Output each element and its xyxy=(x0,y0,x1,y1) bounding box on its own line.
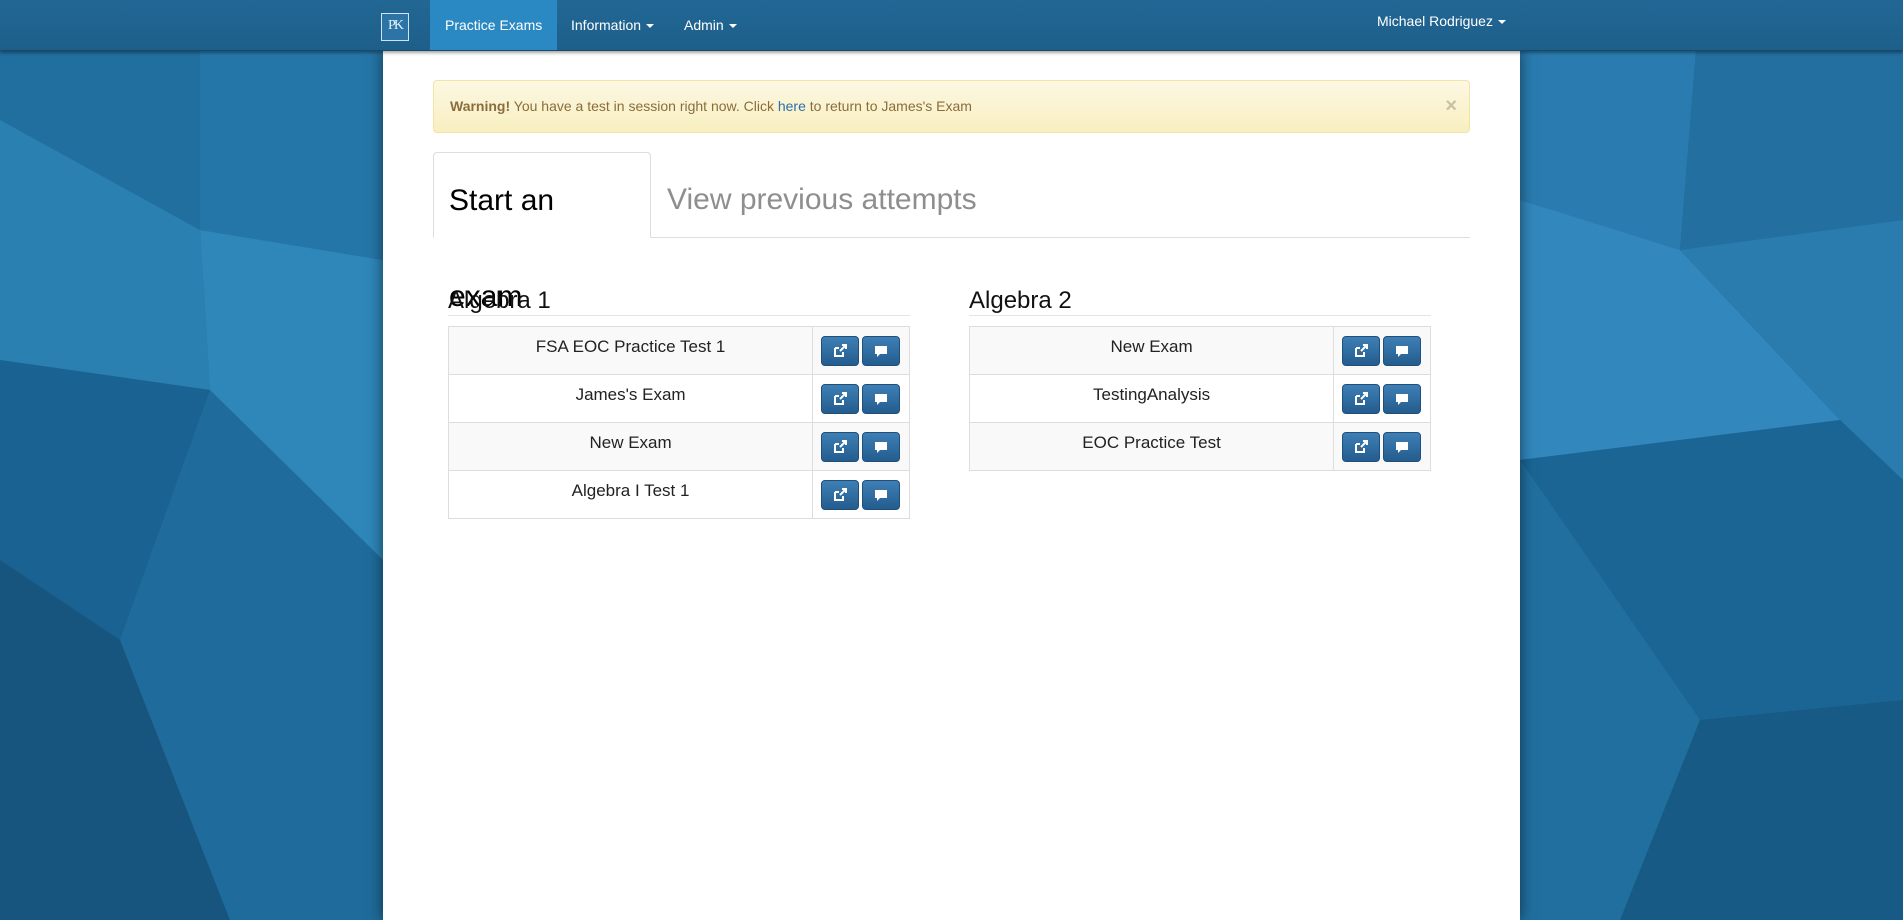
top-navbar: PK Practice Exams Information Admin Mich… xyxy=(0,0,1903,51)
external-link-icon xyxy=(1355,391,1369,405)
open-exam-button[interactable] xyxy=(821,431,860,462)
nav-practice-exams[interactable]: Practice Exams xyxy=(430,0,558,50)
tab-previous-attempts[interactable]: View previous attempts xyxy=(652,152,992,237)
open-exam-button[interactable] xyxy=(1342,431,1381,462)
comment-button[interactable] xyxy=(862,335,901,366)
table-row: FSA EOC Practice Test 1 xyxy=(447,326,910,375)
nav-admin-label: Admin xyxy=(684,17,724,33)
comment-icon xyxy=(1396,393,1409,405)
row-actions xyxy=(812,470,910,519)
comment-button[interactable] xyxy=(862,431,901,462)
warning-alert: Warning! You have a test in session righ… xyxy=(433,80,1470,133)
exam-table: FSA EOC Practice Test 1 James's Exam New… xyxy=(447,326,910,519)
alert-text-after: to return to James's Exam xyxy=(805,98,972,114)
course-title: Algebra 2 xyxy=(969,288,1431,316)
alert-strong: Warning! xyxy=(450,98,511,114)
user-name: Michael Rodriguez xyxy=(1377,13,1493,29)
row-actions xyxy=(1333,422,1431,471)
comment-icon xyxy=(875,345,888,357)
table-row: TestingAnalysis xyxy=(968,374,1431,423)
open-exam-button[interactable] xyxy=(1342,335,1381,366)
exam-name: New Exam xyxy=(447,422,814,471)
external-link-icon xyxy=(834,343,848,357)
row-actions xyxy=(812,326,910,375)
external-link-icon xyxy=(1355,439,1369,453)
caret-down-icon xyxy=(728,24,737,29)
exam-name: Algebra I Test 1 xyxy=(447,470,814,519)
nav-admin-dropdown[interactable]: Admin xyxy=(669,0,752,50)
caret-down-icon xyxy=(1497,20,1506,25)
row-actions xyxy=(812,374,910,423)
open-exam-button[interactable] xyxy=(821,335,860,366)
course-title: Algebra 1 xyxy=(448,288,910,316)
nav-practice-exams-label: Practice Exams xyxy=(445,17,543,33)
exam-tabs: Start an exam View previous attempts xyxy=(433,152,1470,313)
tab-start-exam[interactable]: Start an exam xyxy=(433,152,651,313)
open-exam-button[interactable] xyxy=(1342,383,1381,414)
exam-table: New Exam TestingAnalysis EOC Practice Te… xyxy=(968,326,1431,471)
table-row: New Exam xyxy=(968,326,1431,375)
table-row: Algebra I Test 1 xyxy=(447,470,910,519)
nav-information-dropdown[interactable]: Information xyxy=(556,0,669,50)
logo[interactable]: PK xyxy=(381,13,409,41)
row-actions xyxy=(1333,326,1431,375)
table-row: EOC Practice Test xyxy=(968,422,1431,471)
exam-name: EOC Practice Test xyxy=(968,422,1335,471)
close-icon[interactable]: × xyxy=(1445,81,1457,132)
alert-text-before: You have a test in session right now. Cl… xyxy=(510,98,778,114)
row-actions xyxy=(1333,374,1431,423)
open-exam-button[interactable] xyxy=(821,383,860,414)
course-algebra-2: Algebra 2 New Exam TestingAnalysis EOC P… xyxy=(968,288,1431,471)
caret-down-icon xyxy=(646,24,655,29)
table-row: New Exam xyxy=(447,422,910,471)
exam-name: James's Exam xyxy=(447,374,814,423)
comment-icon xyxy=(875,441,888,453)
comment-button[interactable] xyxy=(862,383,901,414)
exam-name: New Exam xyxy=(968,326,1335,375)
external-link-icon xyxy=(834,391,848,405)
exam-name: FSA EOC Practice Test 1 xyxy=(447,326,814,375)
comment-icon xyxy=(1396,441,1409,453)
user-menu-dropdown[interactable]: Michael Rodriguez xyxy=(1362,0,1521,50)
comment-icon xyxy=(875,393,888,405)
main-content: Warning! You have a test in session righ… xyxy=(383,50,1520,920)
comment-button[interactable] xyxy=(1383,383,1422,414)
exam-name: TestingAnalysis xyxy=(968,374,1335,423)
comment-button[interactable] xyxy=(1383,431,1422,462)
comment-button[interactable] xyxy=(862,479,901,510)
comment-button[interactable] xyxy=(1383,335,1422,366)
nav-information-label: Information xyxy=(571,17,642,33)
comment-icon xyxy=(875,489,888,501)
external-link-icon xyxy=(834,487,848,501)
external-link-icon xyxy=(834,439,848,453)
return-to-exam-link[interactable]: here xyxy=(778,98,806,114)
table-row: James's Exam xyxy=(447,374,910,423)
comment-icon xyxy=(1396,345,1409,357)
course-algebra-1: Algebra 1 FSA EOC Practice Test 1 James'… xyxy=(447,288,910,519)
open-exam-button[interactable] xyxy=(821,479,860,510)
row-actions xyxy=(812,422,910,471)
external-link-icon xyxy=(1355,343,1369,357)
